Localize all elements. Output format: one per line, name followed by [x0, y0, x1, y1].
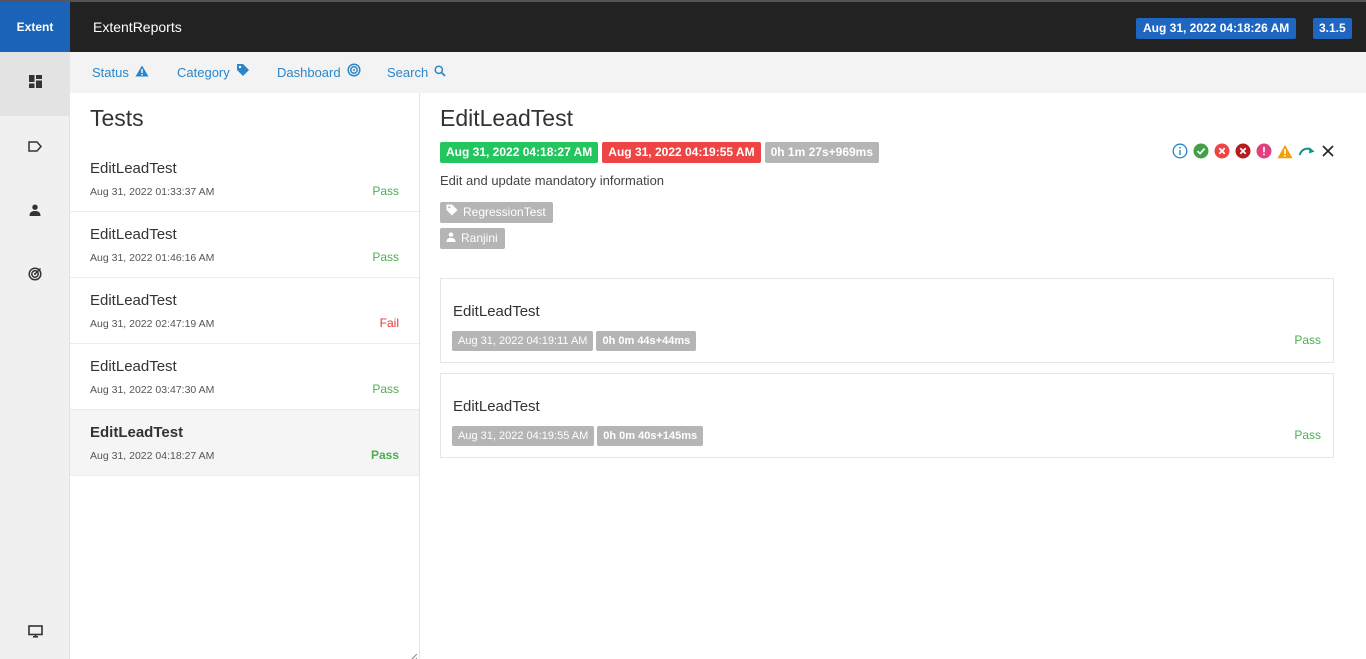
author-tag-label: Ranjini [461, 231, 498, 245]
fatal-icon[interactable] [1235, 143, 1251, 159]
test-list-item[interactable]: EditLeadTest Aug 31, 2022 01:33:37 AM Pa… [70, 146, 419, 212]
resize-handle-icon[interactable] [409, 649, 418, 659]
test-name: EditLeadTest [90, 424, 184, 441]
end-time-badge: Aug 31, 2022 04:19:55 AM [602, 142, 761, 163]
tag-icon [446, 202, 458, 223]
start-time-badge: Aug 31, 2022 04:18:27 AM [440, 142, 599, 163]
close-icon[interactable] [1321, 144, 1335, 158]
category-tag[interactable]: RegressionTest [440, 202, 553, 223]
nav-author[interactable] [0, 180, 70, 244]
status-filter-icons [1172, 143, 1335, 159]
test-description: Edit and update mandatory information [440, 173, 665, 188]
test-name: EditLeadTest [90, 358, 177, 375]
node-duration-badge: 0h 0m 40s+145ms [597, 426, 704, 446]
left-nav [0, 52, 70, 659]
test-list-item-selected[interactable]: EditLeadTest Aug 31, 2022 04:18:27 AM Pa… [70, 410, 419, 476]
radar-icon [28, 266, 42, 286]
detail-time-badges: Aug 31, 2022 04:18:27 AM Aug 31, 2022 04… [440, 142, 880, 163]
test-time: Aug 31, 2022 01:33:37 AM [90, 186, 215, 198]
person-icon [29, 203, 41, 221]
sub-nav: Status Category Dashboard Search [70, 52, 1366, 93]
test-status: Pass [372, 184, 399, 198]
error-icon[interactable] [1256, 143, 1272, 159]
test-list-panel: Tests EditLeadTest Aug 31, 2022 01:33:37… [70, 93, 420, 659]
test-detail-panel: EditLeadTest Aug 31, 2022 04:18:27 AM Au… [420, 93, 1366, 659]
test-time: Aug 31, 2022 04:18:27 AM [90, 450, 215, 462]
author-tag[interactable]: Ranjini [440, 228, 505, 249]
test-list-item[interactable]: EditLeadTest Aug 31, 2022 03:47:30 AM Pa… [70, 344, 419, 410]
fail-icon[interactable] [1214, 143, 1230, 159]
test-list-title: Tests [90, 105, 144, 131]
node-name: EditLeadTest [453, 398, 540, 415]
skip-icon[interactable] [1298, 144, 1316, 158]
node-time-badge: Aug 31, 2022 04:19:11 AM [452, 331, 594, 351]
node-badges: Aug 31, 2022 04:19:55 AM 0h 0m 40s+145ms [452, 426, 704, 446]
node-time-badge: Aug 31, 2022 04:19:55 AM [452, 426, 595, 446]
node-duration-badge: 0h 0m 44s+44ms [596, 331, 697, 351]
tag-icon [28, 139, 43, 157]
node-status: Pass [1294, 333, 1321, 347]
detail-title: EditLeadTest [440, 105, 573, 131]
search-icon [434, 52, 446, 93]
status-filter-label: Status [92, 65, 129, 80]
report-name: ExtentReports [93, 19, 182, 35]
brand-logo[interactable]: Extent [0, 2, 70, 52]
info-icon[interactable] [1172, 143, 1188, 159]
search-label: Search [387, 65, 429, 80]
pass-icon[interactable] [1193, 143, 1209, 159]
nav-category[interactable] [0, 116, 70, 180]
radar-icon [347, 52, 361, 93]
test-time: Aug 31, 2022 01:46:16 AM [90, 252, 215, 264]
category-tag-label: RegressionTest [463, 205, 546, 219]
search-link[interactable]: Search [387, 52, 446, 93]
test-time: Aug 31, 2022 03:47:30 AM [90, 384, 215, 396]
duration-badge: 0h 1m 27s+969ms [764, 142, 880, 163]
nav-dashboard[interactable] [0, 244, 70, 308]
report-date-badge: Aug 31, 2022 04:18:26 AM [1136, 18, 1297, 39]
nav-tests[interactable] [0, 52, 70, 116]
test-name: EditLeadTest [90, 226, 177, 243]
node-status: Pass [1294, 428, 1321, 442]
dashboard-label: Dashboard [277, 65, 341, 80]
category-filter-label: Category [177, 65, 230, 80]
node-name: EditLeadTest [453, 303, 540, 320]
test-time: Aug 31, 2022 02:47:19 AM [90, 318, 215, 330]
test-name: EditLeadTest [90, 292, 177, 309]
warning-icon[interactable] [1277, 144, 1293, 159]
node-badges: Aug 31, 2022 04:19:11 AM 0h 0m 44s+44ms [452, 331, 697, 351]
nav-environment[interactable] [0, 602, 70, 659]
person-icon [446, 228, 456, 249]
category-filter-link[interactable]: Category [177, 52, 250, 93]
test-status: Pass [372, 250, 399, 264]
dashboard-icon [28, 75, 42, 93]
test-status: Fail [379, 316, 399, 330]
test-node[interactable]: EditLeadTest Aug 31, 2022 04:19:11 AM 0h… [440, 278, 1334, 363]
top-bar: Extent ExtentReports Aug 31, 2022 04:18:… [0, 0, 1366, 52]
test-status: Pass [370, 448, 399, 462]
status-filter-link[interactable]: Status [92, 52, 149, 93]
monitor-icon [27, 625, 43, 643]
warning-icon [135, 52, 149, 93]
version-badge: 3.1.5 [1313, 18, 1352, 39]
test-name: EditLeadTest [90, 160, 177, 177]
test-status: Pass [372, 382, 399, 396]
test-node[interactable]: EditLeadTest Aug 31, 2022 04:19:55 AM 0h… [440, 373, 1334, 458]
dashboard-link[interactable]: Dashboard [277, 52, 361, 93]
test-list-item[interactable]: EditLeadTest Aug 31, 2022 01:46:16 AM Pa… [70, 212, 419, 278]
tag-icon [236, 52, 250, 93]
test-list-item[interactable]: EditLeadTest Aug 31, 2022 02:47:19 AM Fa… [70, 278, 419, 344]
